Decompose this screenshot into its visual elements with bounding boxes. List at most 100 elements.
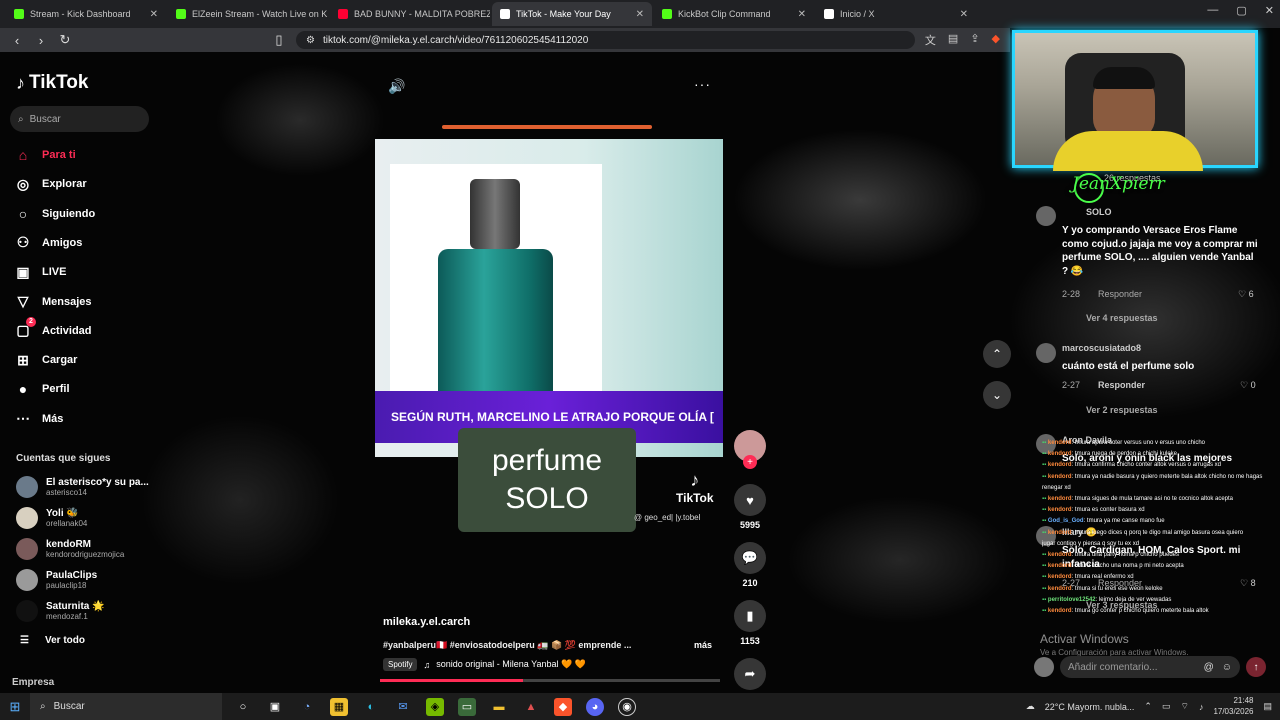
taskbar-search[interactable]: ⌕ Buscar <box>30 693 222 720</box>
like-button[interactable]: ♥ <box>734 484 766 516</box>
share-button[interactable]: ➦ <box>734 658 766 690</box>
comment-button[interactable]: 💬 <box>734 542 766 574</box>
browser-tab[interactable]: TikTok - Make Your Day ✕ <box>492 2 652 26</box>
sound-icon[interactable]: ♪ <box>1199 702 1204 712</box>
comment-avatar[interactable] <box>1036 343 1056 363</box>
nav-item-messages[interactable]: ▽ Mensajes <box>14 293 92 311</box>
tab-close-icon[interactable]: ✕ <box>150 9 158 20</box>
followed-account[interactable]: El asterisco*y su pa... asterisco14 <box>16 476 149 498</box>
obs-icon[interactable]: ◉ <box>618 697 636 716</box>
video-frame[interactable]: SEGÚN RUTH, MARCELINO LE ATRAJO PORQUE O… <box>375 139 723 457</box>
minimize-icon[interactable]: — <box>1207 4 1218 17</box>
video-progress[interactable] <box>380 679 720 682</box>
browser-tab[interactable]: KickBot Clip Command ✕ <box>654 2 814 26</box>
search-input[interactable]: ⌕ Buscar <box>10 106 149 132</box>
nav-item-compass[interactable]: ◎ Explorar <box>14 175 87 193</box>
store-icon[interactable]: ▦ <box>330 697 348 716</box>
watermark-text: TikTok <box>676 491 714 505</box>
maximize-icon[interactable]: ▢ <box>1236 4 1246 17</box>
follow-plus-icon[interactable]: + <box>743 455 757 469</box>
task-view-icon[interactable]: ▣ <box>266 698 284 716</box>
previous-video-button[interactable]: ⌃ <box>983 340 1011 368</box>
see-all-link[interactable]: ☰ Ver todo <box>20 635 85 646</box>
url-field[interactable]: ⚙ tiktok.com/@mileka.y.el.carch/video/76… <box>296 31 915 49</box>
discord-icon[interactable]: ◕ <box>586 697 604 716</box>
nav-label: Más <box>42 412 64 425</box>
comment-avatar[interactable] <box>1036 206 1056 226</box>
footer-company-link[interactable]: Empresa <box>12 677 54 688</box>
save-button[interactable]: ▮ <box>734 600 766 632</box>
comment-like[interactable]: ♡ 0 <box>1240 380 1256 391</box>
network-icon[interactable]: ▭ <box>1162 701 1171 712</box>
next-video-button[interactable]: ⌄ <box>983 381 1011 409</box>
browser-tab[interactable]: Inicio / X ✕ <box>816 2 976 26</box>
tab-favicon-icon <box>662 9 672 19</box>
cortana-icon[interactable]: ○ <box>234 698 252 716</box>
nav-item-activity[interactable]: ▢ 2 Actividad <box>14 316 92 340</box>
reader-icon[interactable]: ▤ <box>948 32 958 48</box>
send-comment-button[interactable]: ↑ <box>1246 657 1266 677</box>
more-button[interactable]: más <box>694 640 712 650</box>
comment-author[interactable]: marcoscusiatado8 <box>1062 343 1141 353</box>
mention-icon[interactable]: @ <box>1204 662 1214 673</box>
volume-icon[interactable]: 🔊 <box>388 78 405 95</box>
reply-button[interactable]: Responder <box>1098 289 1142 299</box>
nvidia-icon[interactable]: ◈ <box>426 697 444 716</box>
followed-account[interactable]: Saturnita 🌟 mendozaf.1 <box>16 600 105 622</box>
file-explorer-icon[interactable]: ▬ <box>490 698 508 716</box>
windows-start-icon[interactable]: ⊞ <box>0 699 30 715</box>
terminal-icon[interactable]: ▭ <box>458 697 476 716</box>
browser-tab[interactable]: ElZeein Stream - Watch Live on K✕ <box>168 2 328 26</box>
close-window-icon[interactable]: ✕ <box>1265 4 1274 17</box>
tab-close-icon[interactable]: ✕ <box>960 9 968 20</box>
nav-item-live[interactable]: ▣ LIVE <box>14 263 66 281</box>
share-icon[interactable]: ⇪ <box>970 32 979 48</box>
nav-item-home[interactable]: ⌂ Para ti <box>14 146 76 164</box>
comment-like[interactable]: ♡ 6 <box>1238 289 1254 300</box>
nav-item-more[interactable]: ⋯ Más <box>14 410 63 428</box>
nav-item-following[interactable]: ○ Siguiendo <box>14 205 95 223</box>
gauge-app-icon[interactable]: ◔ <box>298 698 316 716</box>
more-options-icon[interactable]: ··· <box>694 76 711 92</box>
spotify-badge[interactable]: Spotify <box>383 658 418 671</box>
wifi-icon[interactable]: ⌔ <box>1180 701 1188 712</box>
nav-item-profile[interactable]: ● Perfil <box>14 380 70 398</box>
translate-icon[interactable]: 文 <box>925 32 936 48</box>
brave-shield-icon[interactable]: ◆ <box>992 32 1000 48</box>
tab-close-icon[interactable]: ✕ <box>636 9 644 20</box>
reload-icon[interactable]: ↻ <box>58 32 72 48</box>
mail-icon[interactable]: ✉ <box>394 698 412 716</box>
nav-item-friends[interactable]: ⚇ Amigos <box>14 234 83 252</box>
video-description: #yanbalperu🇵🇪 #enviosatodoelperu 🚛 📦 💯 e… <box>383 640 632 650</box>
site-info-icon[interactable]: ⚙ <box>306 35 315 46</box>
notifications-icon[interactable]: ▤ <box>1263 701 1272 712</box>
video-author[interactable]: mileka.y.el.carch <box>383 616 470 628</box>
followed-account[interactable]: Yoli 🐝 orellanak04 <box>16 507 87 529</box>
comment-author[interactable]: SOLO <box>1086 207 1112 217</box>
tray-chevron-icon[interactable]: ⌃ <box>1144 701 1152 712</box>
tiktok-logo[interactable]: ♪ TikTok <box>16 72 88 94</box>
reply-button[interactable]: Responder <box>1098 380 1145 390</box>
edge-icon[interactable]: ◐ <box>362 698 380 716</box>
emoji-icon[interactable]: ☺ <box>1222 662 1232 673</box>
account-info: El asterisco*y su pa... asterisco14 <box>46 477 149 497</box>
view-replies[interactable]: Ver 2 respuestas <box>1086 405 1158 415</box>
view-replies[interactable]: Ver 4 respuestas <box>1086 313 1158 323</box>
weather-text[interactable]: 22°C Mayorm. nubla... <box>1045 702 1135 712</box>
clock[interactable]: 21:48 17/03/2026 <box>1213 696 1253 717</box>
forward-icon[interactable]: › <box>34 33 48 48</box>
avatar <box>16 538 38 560</box>
comment-input[interactable]: Añadir comentario... @ ☺ <box>1060 656 1240 678</box>
creator-avatar[interactable]: + <box>734 430 766 469</box>
followed-account[interactable]: kendoRM kendorodriguezmojica <box>16 538 124 560</box>
tab-close-icon[interactable]: ✕ <box>798 9 806 20</box>
bookmark-icon[interactable]: ▯ <box>272 32 286 48</box>
music-row[interactable]: Spotify ♫ sonido original - Milena Yanba… <box>383 658 586 671</box>
browser-tab[interactable]: BAD BUNNY - MALDITA POBREZA |✕ <box>330 2 490 26</box>
nav-item-upload[interactable]: ⊞ Cargar <box>14 351 77 369</box>
app-red-icon[interactable]: ▲ <box>522 698 540 716</box>
back-icon[interactable]: ‹ <box>10 33 24 48</box>
followed-account[interactable]: PaulaClips paulaclip18 <box>16 569 97 591</box>
browser-tab[interactable]: Stream - Kick Dashboard ✕ <box>6 2 166 26</box>
brave-icon[interactable]: ◆ <box>554 697 572 716</box>
